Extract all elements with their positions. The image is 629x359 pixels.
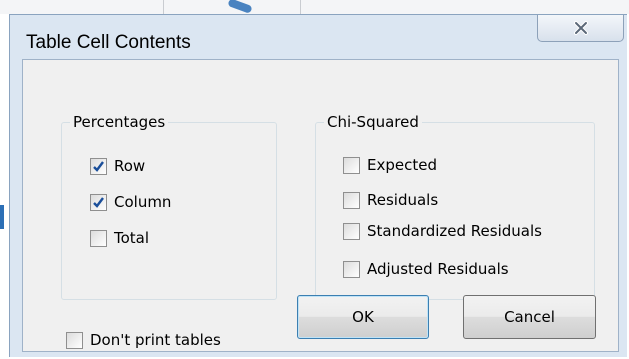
table-cell-contents-dialog: Table Cell Contents Percentages Row Colu… [9,14,627,357]
checkbox-row-residuals[interactable]: Residuals [343,191,438,209]
background-app-strip [0,0,629,14]
checkmark-icon [93,160,104,172]
checkbox-row-dont-print[interactable]: Don't print tables [66,331,221,349]
expected-checkbox[interactable] [343,156,360,174]
checkbox-label: Standardized Residuals [367,222,542,240]
group-title: Chi-Squared [324,113,422,131]
checkbox-label: Residuals [367,191,439,209]
cancel-button[interactable]: Cancel [463,295,596,339]
checkbox-label: Don't print tables [90,331,221,349]
background-divider [300,0,301,14]
checkbox-row-adjusted-residuals[interactable]: Adjusted Residuals [343,260,509,278]
checkmark-icon [93,196,104,208]
checkbox-label: Adjusted Residuals [367,260,509,278]
background-divider [163,0,164,14]
checkbox-row-total[interactable]: Total [90,229,149,247]
total-checkbox[interactable] [90,229,107,247]
checkbox-row-row[interactable]: Row [90,157,145,175]
checkbox-row-expected[interactable]: Expected [343,156,437,174]
dont-print-tables-checkbox[interactable] [66,331,83,349]
checkbox-label: Expected [367,156,437,174]
residuals-checkbox[interactable] [343,191,360,209]
chi-squared-group: Chi-Squared Expected Residuals Standardi… [315,113,595,300]
checkbox-row-standardized-residuals[interactable]: Standardized Residuals [343,222,542,240]
title-bar[interactable]: Table Cell Contents [10,15,627,59]
row-checkbox[interactable] [90,157,107,175]
dialog-body: Percentages Row Column Total Chi-Squared… [22,59,619,352]
checkbox-label: Column [114,193,172,211]
checkbox-label: Total [114,229,150,247]
column-checkbox[interactable] [90,193,107,211]
checkbox-row-column[interactable]: Column [90,193,171,211]
group-title: Percentages [70,113,169,131]
close-x-icon [573,21,588,35]
checkbox-label: Row [114,157,146,175]
adjusted-residuals-checkbox[interactable] [343,260,360,278]
standardized-residuals-checkbox[interactable] [343,222,360,240]
percentages-group: Percentages Row Column Total [61,113,277,300]
ok-button[interactable]: OK [297,295,429,339]
close-button[interactable] [537,15,624,42]
background-shape [0,205,4,229]
dialog-title: Table Cell Contents [26,32,191,53]
